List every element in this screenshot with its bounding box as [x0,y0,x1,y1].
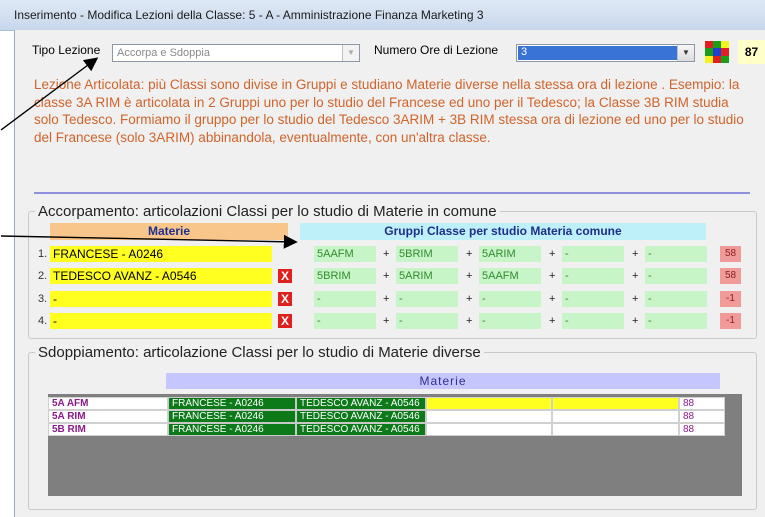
callout-arrows [0,57,298,249]
arrow-to-tipo-lezione [0,57,99,131]
arrow-to-gruppi [0,234,298,249]
